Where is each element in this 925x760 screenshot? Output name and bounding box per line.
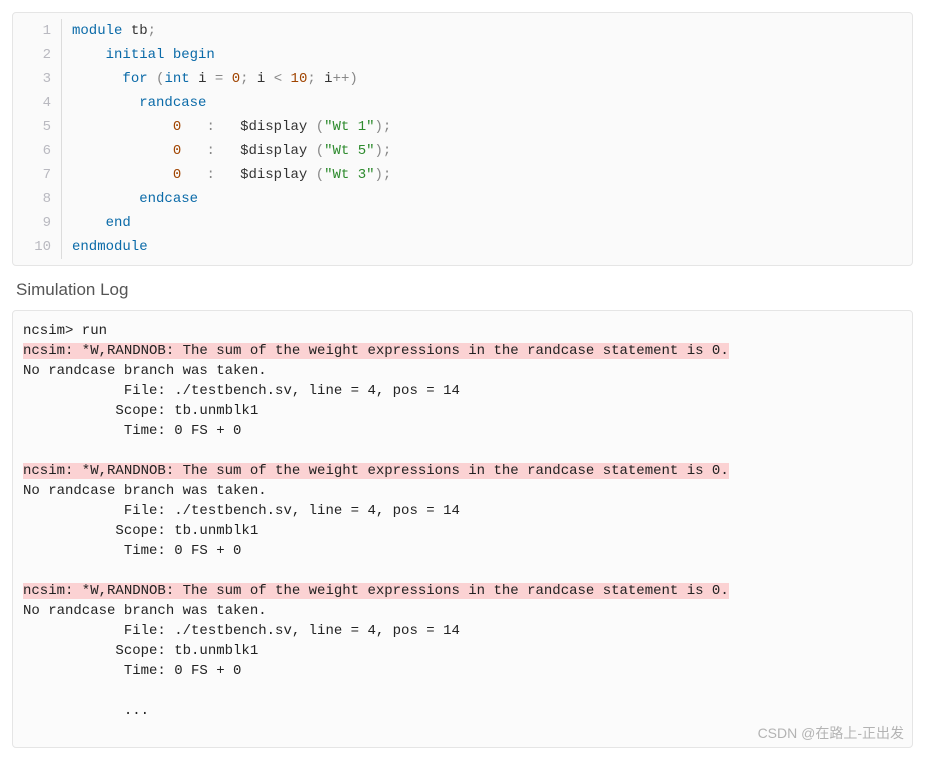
log-line: Scope: tb.unmblk1 [23,401,902,421]
line-number: 1 [13,19,62,43]
log-line: Scope: tb.unmblk1 [23,521,902,541]
log-line: No randcase branch was taken. [23,361,902,381]
log-line: File: ./testbench.sv, line = 4, pos = 14 [23,501,902,521]
log-line: File: ./testbench.sv, line = 4, pos = 14 [23,381,902,401]
code-row: 7 0 : $display ("Wt 3"); [13,163,912,187]
line-number: 3 [13,67,62,91]
code-row: 6 0 : $display ("Wt 5"); [13,139,912,163]
code-line: 0 : $display ("Wt 1"); [62,115,391,139]
code-line: for (int i = 0; i < 10; i++) [62,67,358,91]
code-line: initial begin [62,43,215,67]
code-row: 9 end [13,211,912,235]
code-row: 8 endcase [13,187,912,211]
code-line: end [62,211,131,235]
log-warning-line: ncsim: *W,RANDNOB: The sum of the weight… [23,581,902,601]
code-line: endcase [62,187,198,211]
log-line: No randcase branch was taken. [23,481,902,501]
line-number: 5 [13,115,62,139]
code-line: randcase [62,91,206,115]
code-line: endmodule [62,235,148,259]
line-number: 9 [13,211,62,235]
log-line: File: ./testbench.sv, line = 4, pos = 14 [23,621,902,641]
line-number: 8 [13,187,62,211]
log-line: Time: 0 FS + 0 [23,421,902,441]
log-line [23,441,902,461]
log-line [23,561,902,581]
line-number: 4 [13,91,62,115]
log-warning-line: ncsim: *W,RANDNOB: The sum of the weight… [23,341,902,361]
code-block: 1module tb;2 initial begin3 for (int i =… [12,12,913,266]
watermark: CSDN @在路上-正出发 [758,723,904,743]
line-number: 7 [13,163,62,187]
log-line: No randcase branch was taken. [23,601,902,621]
log-line: Scope: tb.unmblk1 [23,641,902,661]
code-row: 5 0 : $display ("Wt 1"); [13,115,912,139]
log-warning-line: ncsim: *W,RANDNOB: The sum of the weight… [23,461,902,481]
log-title: Simulation Log [16,280,913,300]
log-line: Time: 0 FS + 0 [23,541,902,561]
log-line [23,681,902,701]
line-number: 10 [13,235,62,259]
code-row: 10endmodule [13,235,912,259]
code-row: 3 for (int i = 0; i < 10; i++) [13,67,912,91]
code-row: 4 randcase [13,91,912,115]
code-row: 1module tb; [13,19,912,43]
log-line: Time: 0 FS + 0 [23,661,902,681]
code-row: 2 initial begin [13,43,912,67]
line-number: 6 [13,139,62,163]
log-line: ... [23,701,902,721]
code-line: module tb; [62,19,156,43]
code-line: 0 : $display ("Wt 3"); [62,163,391,187]
code-line: 0 : $display ("Wt 5"); [62,139,391,163]
simulation-log: ncsim> runncsim: *W,RANDNOB: The sum of … [12,310,913,748]
line-number: 2 [13,43,62,67]
log-line: ncsim> run [23,321,902,341]
